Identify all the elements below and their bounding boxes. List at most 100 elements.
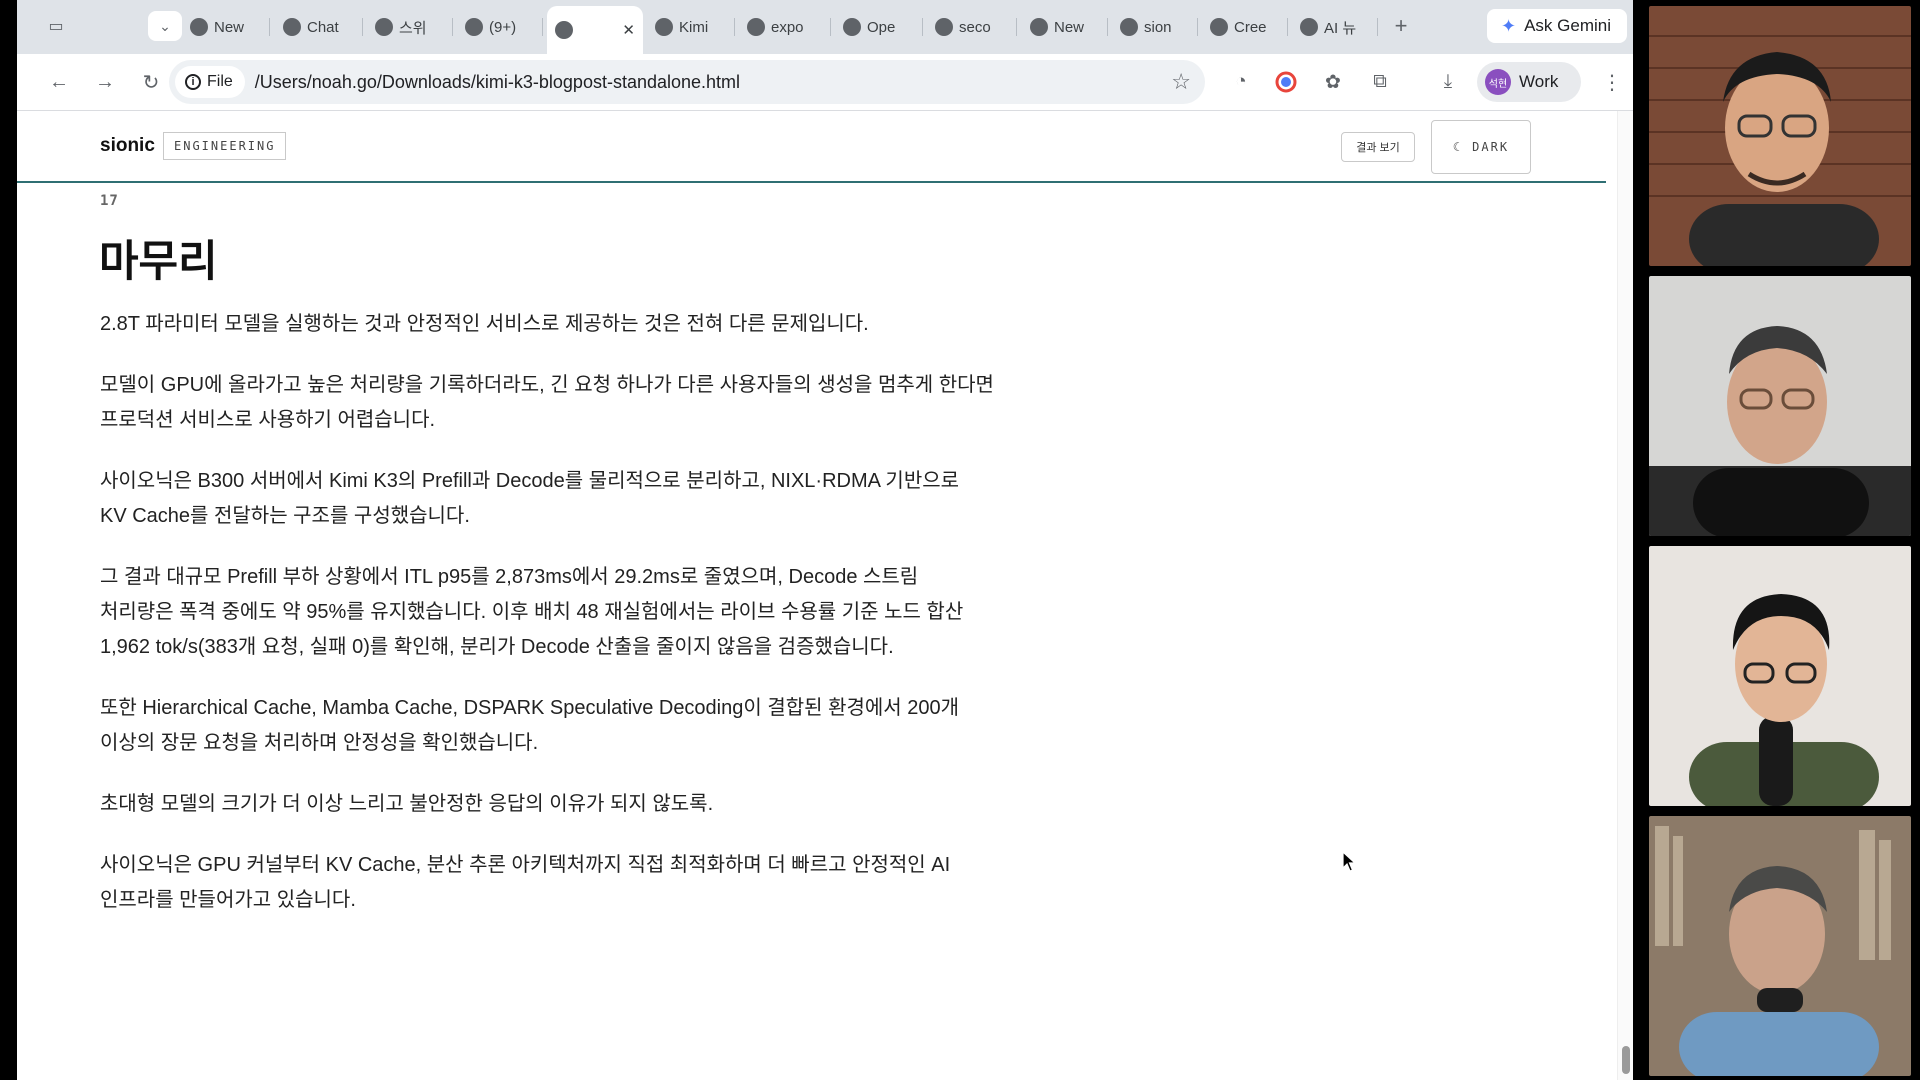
- tab-divider: [734, 18, 735, 36]
- openai-icon: [283, 18, 301, 36]
- close-tab-icon[interactable]: ✕: [622, 21, 635, 39]
- paragraph-line: 초대형 모델의 크기가 더 이상 느리고 불안정한 응답의 이유가 되지 않도록…: [100, 793, 714, 815]
- video-call-panel: [1648, 0, 1920, 1080]
- avatar-icon: [465, 18, 483, 36]
- tab-label: Cree: [1234, 18, 1267, 36]
- new-tab-button[interactable]: +: [1387, 12, 1415, 40]
- dark-mode-toggle[interactable]: ☾ DARK: [1431, 120, 1531, 174]
- paragraph-line: 그 결과 대규모 Prefill 부하 상황에서 ITL p95를 2,873m…: [100, 566, 919, 588]
- browser-tab[interactable]: New: [182, 10, 270, 44]
- tab-search-button[interactable]: ⌄: [148, 11, 182, 41]
- article-paragraph: 또한 Hierarchical Cache, Mamba Cache, DSPA…: [100, 691, 1030, 761]
- paragraph-line: 인프라를 만들어가고 있습니다.: [100, 889, 356, 911]
- bookmark-star-icon[interactable]: ☆: [1171, 69, 1191, 95]
- participant-video-2[interactable]: [1649, 276, 1911, 536]
- site-info-chip[interactable]: i File: [175, 66, 245, 98]
- profile-label: Work: [1519, 72, 1559, 91]
- browser-window: ▭ ⌄ New Chat 스위 (9+) ✕ Kimi expo Ope seco New sion…: [17, 0, 1633, 1080]
- browser-tab[interactable]: sion: [1112, 10, 1198, 44]
- site-logo[interactable]: sionic: [100, 135, 155, 157]
- tab-label: New: [1054, 18, 1085, 36]
- info-icon: i: [185, 74, 201, 90]
- browser-tab[interactable]: Chat: [275, 10, 363, 44]
- tab-divider: [542, 18, 543, 36]
- participant-video-1[interactable]: [1649, 6, 1911, 266]
- browser-tab[interactable]: Cree: [1202, 10, 1288, 44]
- reload-icon[interactable]: ↻: [137, 68, 165, 96]
- tab-label: Chat: [307, 18, 339, 36]
- browser-tab[interactable]: Ope: [835, 10, 923, 44]
- password-manager-icon[interactable]: ◔: [1227, 68, 1255, 96]
- forward-arrow-icon[interactable]: →: [91, 68, 119, 96]
- more-menu-icon[interactable]: ⋮: [1602, 68, 1622, 96]
- chrome-icon: [190, 18, 208, 36]
- extensions-puzzle-icon[interactable]: ⧉: [1366, 68, 1394, 96]
- scrollbar-thumb[interactable]: [1622, 1046, 1630, 1074]
- browser-tab[interactable]: AI 뉴: [1292, 10, 1378, 44]
- browser-tab[interactable]: Kimi: [647, 10, 735, 44]
- swirl-icon: [375, 18, 393, 36]
- avatar: 석현: [1485, 69, 1511, 95]
- tab-label: (9+): [489, 18, 517, 36]
- color-extension-icon[interactable]: [1272, 68, 1300, 96]
- tab-label: AI 뉴: [1324, 19, 1357, 37]
- github-icon: [935, 18, 953, 36]
- article-body: 2.8T 파라미터 모델을 실행하는 것과 안정적인 서비스로 제공하는 것은 …: [100, 307, 1030, 944]
- back-arrow-icon[interactable]: ←: [45, 68, 73, 96]
- url-text[interactable]: /Users/noah.go/Downloads/kimi-k3-blogpos…: [255, 72, 740, 93]
- article-paragraph: 2.8T 파라미터 모델을 실행하는 것과 안정적인 서비스로 제공하는 것은 …: [100, 307, 1030, 342]
- paragraph-line: KV Cache를 전달하는 구조를 구성했습니다.: [100, 505, 470, 527]
- article-paragraph: 그 결과 대규모 Prefill 부하 상황에서 ITL p95를 2,873m…: [100, 560, 1030, 665]
- browser-tab[interactable]: seco: [927, 10, 1017, 44]
- tab-divider: [1287, 18, 1288, 36]
- openai-extension-icon[interactable]: ✿: [1319, 68, 1347, 96]
- tab-label: sion: [1144, 18, 1172, 36]
- paragraph-line: 1,962 tok/s(383개 요청, 실패 0)를 확인해, 분리가 Dec…: [100, 636, 894, 658]
- tab-divider: [1107, 18, 1108, 36]
- tab-label: Ope: [867, 18, 896, 36]
- app-icon: [1210, 18, 1228, 36]
- tab-divider: [269, 18, 270, 36]
- tab-divider: [362, 18, 363, 36]
- engineering-badge: ENGINEERING: [163, 132, 287, 160]
- browser-toolbar: ← → ↻ i File /Users/noah.go/Downloads/ki…: [17, 54, 1633, 111]
- ask-gemini-button[interactable]: ✦ Ask Gemini: [1487, 9, 1627, 43]
- site-header: sionic ENGINEERING 결과 보기 ☾ DARK: [17, 111, 1606, 183]
- paragraph-line: 모델이 GPU에 올라가고 높은 처리량을 기록하더라도, 긴 요청 하나가 다…: [100, 374, 994, 396]
- view-results-button[interactable]: 결과 보기: [1341, 132, 1415, 162]
- geeknews-icon: [1300, 18, 1318, 36]
- article-paragraph: 초대형 모델의 크기가 더 이상 느리고 불안정한 응답의 이유가 되지 않도록…: [100, 787, 1030, 822]
- section-number: 17: [100, 193, 119, 209]
- article-paragraph: 사이오닉은 B300 서버에서 Kimi K3의 Prefill과 Decode…: [100, 464, 1030, 534]
- address-bar[interactable]: i File /Users/noah.go/Downloads/kimi-k3-…: [169, 60, 1205, 104]
- scrollbar[interactable]: [1617, 111, 1633, 1080]
- downloads-icon[interactable]: ⤓: [1434, 68, 1462, 96]
- tab-label: expo: [771, 18, 804, 36]
- browser-tab[interactable]: ✕: [547, 6, 643, 54]
- browser-tab[interactable]: New: [1022, 10, 1108, 44]
- tab-label: 스위: [399, 19, 427, 37]
- tab-label: seco: [959, 18, 991, 36]
- file-chip-label: File: [207, 73, 233, 90]
- paragraph-line: 이상의 장문 요청을 처리하며 안정성을 확인했습니다.: [100, 732, 539, 754]
- tab-groups-icon[interactable]: ▭: [38, 12, 74, 40]
- browser-tab[interactable]: (9+): [457, 10, 543, 44]
- tab-strip: ▭ ⌄ New Chat 스위 (9+) ✕ Kimi expo Ope seco New sion…: [17, 0, 1633, 54]
- moon-icon: ☾: [1452, 140, 1463, 154]
- section-title: 마무리: [99, 238, 218, 286]
- tab-divider: [830, 18, 831, 36]
- paragraph-line: 처리량은 폭격 중에도 약 95%를 유지했습니다. 이후 배치 48 재실험에…: [100, 601, 964, 623]
- participant-video-4[interactable]: [1649, 816, 1911, 1076]
- browser-tab[interactable]: 스위: [367, 10, 453, 44]
- browser-tab[interactable]: expo: [739, 10, 831, 44]
- gemini-spark-icon: ✦: [1501, 15, 1517, 36]
- article-paragraph: 모델이 GPU에 올라가고 높은 처리량을 기록하더라도, 긴 요청 하나가 다…: [100, 368, 1030, 438]
- mouse-cursor-icon: [1342, 851, 1356, 872]
- tab-divider: [922, 18, 923, 36]
- tab-divider: [1016, 18, 1017, 36]
- tab-divider: [1197, 18, 1198, 36]
- profile-button[interactable]: 석현 Work: [1477, 62, 1581, 102]
- participant-video-3[interactable]: [1649, 546, 1911, 806]
- tab-divider: [1377, 18, 1378, 36]
- paragraph-line: 2.8T 파라미터 모델을 실행하는 것과 안정적인 서비스로 제공하는 것은 …: [100, 313, 869, 335]
